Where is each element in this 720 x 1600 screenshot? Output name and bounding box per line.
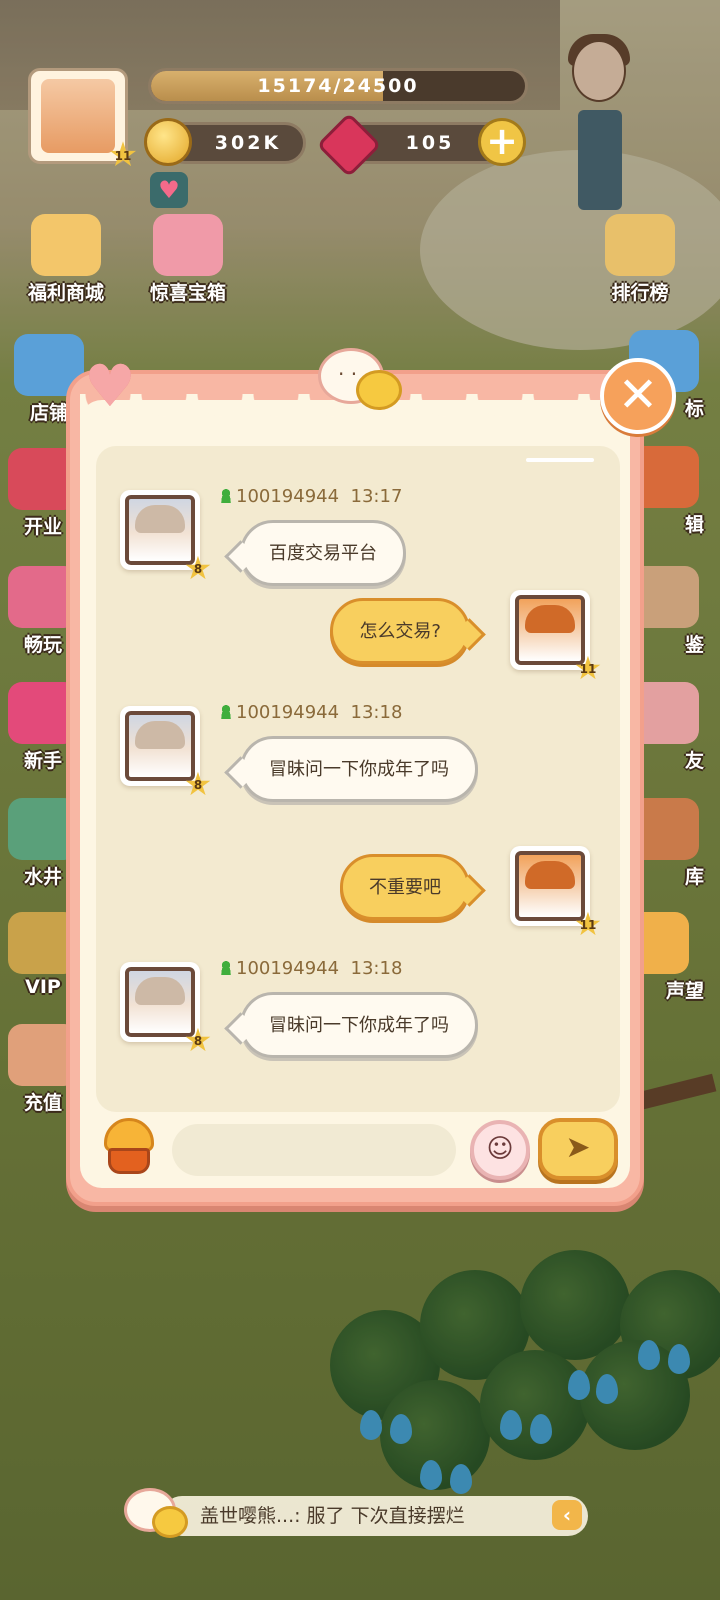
sender-id: 100194944 (236, 958, 340, 979)
send-button[interactable]: ➤ (538, 1118, 618, 1180)
sender-avatar[interactable]: ★ 8 (120, 962, 212, 1056)
level-star-icon: ★ 11 (573, 649, 603, 687)
menu-welfare-shop[interactable]: 福利商城 (18, 214, 114, 305)
message-meta: 100194944 13:18 (220, 702, 402, 723)
coin-value: 302K (214, 132, 282, 154)
message-bubble[interactable]: 百度交易平台 (240, 520, 406, 586)
chat-bubbles-icon (122, 1486, 192, 1546)
level-star-icon: ★ 11 (573, 905, 603, 943)
cupcake-icon (104, 1118, 154, 1152)
message-meta: 100194944 13:17 (220, 486, 402, 507)
message-time: 13:18 (350, 958, 403, 979)
user-icon (220, 961, 232, 975)
message-bubble[interactable]: 冒昧问一下你成年了吗 (240, 736, 478, 802)
world-chat-ticker[interactable]: 盖世嘤熊...: 服了 下次直接摆烂 ‹ (122, 1486, 588, 1546)
sender-id: 100194944 (236, 702, 340, 723)
player-avatar-card[interactable]: ★ 11 (28, 68, 138, 173)
sender-id: 100194944 (236, 486, 340, 507)
menu-ranking[interactable]: 排行榜 (592, 214, 688, 305)
heart-icon[interactable]: ♥ (150, 172, 188, 208)
my-avatar[interactable]: ★ 11 (510, 846, 602, 940)
chat-dialog: ♥ · · ✕ 100194944 13:17 ★ 8 百度交易平台 ★ 11 怎么… (66, 348, 676, 1206)
message-list[interactable]: 100194944 13:17 ★ 8 百度交易平台 ★ 11 怎么交易? 1001… (96, 446, 620, 1112)
chat-input[interactable] (172, 1124, 456, 1176)
avatar (41, 79, 115, 153)
ticker-text: 盖世嘤熊...: 服了 下次直接摆烂 (200, 1505, 465, 1527)
player-level: 11 (114, 149, 132, 163)
level-star-icon: ★ 8 (183, 549, 213, 587)
sender-avatar[interactable]: ★ 8 (120, 706, 212, 800)
my-avatar[interactable]: ★ 11 (510, 590, 602, 684)
treasure-chest-icon (153, 214, 223, 276)
smiley-icon: ☺ (486, 1134, 514, 1164)
emoji-button[interactable]: ☺ (470, 1120, 530, 1180)
message-meta: 100194944 13:18 (220, 958, 402, 979)
experience-text: 15174/24500 (257, 75, 419, 97)
message-time: 13:17 (350, 486, 403, 507)
ranking-icon (605, 214, 675, 276)
user-icon (220, 489, 232, 503)
message-time: 13:18 (350, 702, 403, 723)
add-gems-button[interactable]: + (478, 118, 526, 166)
gem-value: 105 (405, 132, 455, 154)
coin-icon (144, 118, 192, 166)
scrollbar[interactable] (526, 458, 594, 462)
menu-surprise-chest[interactable]: 惊喜宝箱 (140, 214, 236, 305)
level-star-icon: ★ 11 (105, 137, 141, 173)
user-icon (220, 705, 232, 719)
sender-avatar[interactable]: ★ 8 (120, 490, 212, 584)
cupcake-gift-button[interactable] (100, 1116, 158, 1178)
message-bubble[interactable]: 怎么交易? (330, 598, 470, 664)
paper-plane-icon: ➤ (565, 1130, 591, 1165)
message-bubble[interactable]: 不重要吧 (340, 854, 470, 920)
level-star-icon: ★ 8 (183, 1021, 213, 1059)
heart-decoration-icon: ♥ (84, 352, 136, 420)
chevron-left-icon[interactable]: ‹ (552, 1500, 582, 1530)
experience-bar: 15174/24500 (148, 68, 528, 104)
close-button[interactable]: ✕ (600, 358, 676, 434)
level-star-icon: ★ 8 (183, 765, 213, 803)
chat-input-bar: ☺ ➤ (96, 1116, 620, 1186)
message-bubble[interactable]: 冒昧问一下你成年了吗 (240, 992, 478, 1058)
chat-bubbles-icon: · · (318, 348, 404, 418)
gift-shop-icon (31, 214, 101, 276)
close-icon: ✕ (617, 367, 659, 423)
